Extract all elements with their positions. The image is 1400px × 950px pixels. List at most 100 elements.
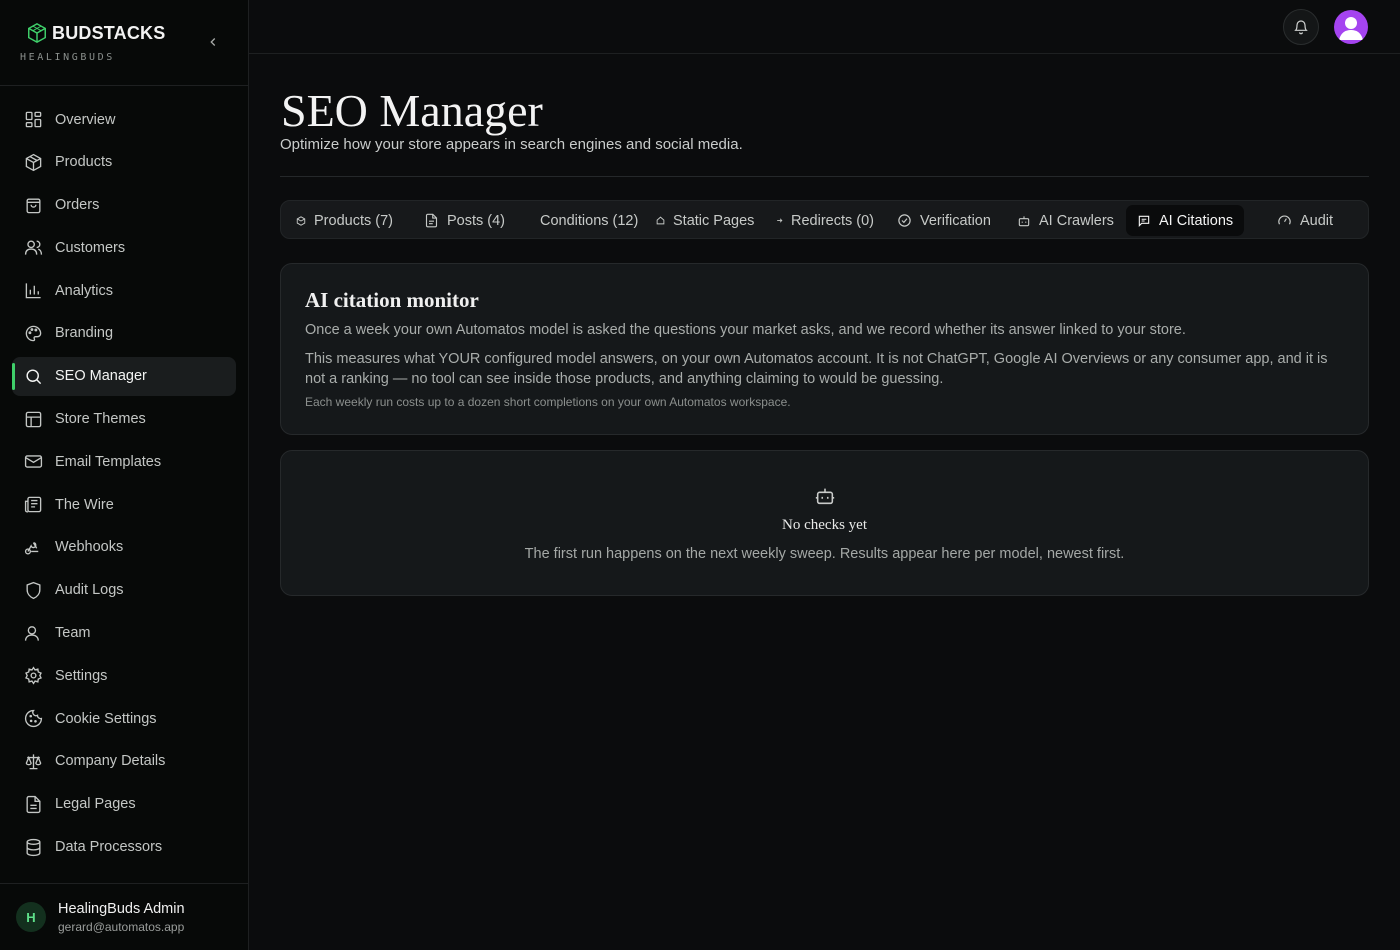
tab-ai-citations[interactable]: AI Citations (1126, 205, 1245, 236)
tab-static-pages[interactable]: Static Pages (656, 205, 754, 236)
user-name: HealingBuds Admin (58, 901, 185, 917)
arrow-icon (777, 218, 783, 223)
check-circle-icon (898, 214, 911, 227)
brand-name: BUDSTACKS (52, 22, 166, 43)
sidebar-item-label: SEO Manager (55, 368, 147, 385)
sidebar-item-label: Email Templates (55, 453, 162, 470)
sidebar-item-the-wire[interactable]: The Wire (12, 485, 236, 524)
sidebar-item-data-processors[interactable]: Data Processors (12, 828, 236, 867)
sidebar-item-orders[interactable]: Orders (12, 186, 236, 225)
sidebar-item-label: Company Details (55, 753, 166, 770)
tab-label: Verification (920, 212, 991, 229)
brand-header: BUDSTACKS HEALINGBUDS (0, 0, 248, 86)
card-cost-note: Each weekly run costs up to a dozen shor… (305, 395, 791, 409)
file-icon (425, 213, 438, 228)
card-description: Once a week your own Automatos model is … (305, 322, 1186, 338)
seo-tabs: Products (7) Posts (4) Conditions (12) S… (280, 200, 1369, 239)
message-square-icon (1138, 215, 1150, 227)
sidebar-item-legal-pages[interactable]: Legal Pages (12, 785, 236, 824)
tab-label: AI Citations (1159, 212, 1234, 229)
sidebar-item-store-themes[interactable]: Store Themes (12, 400, 236, 439)
sidebar-item-customers[interactable]: Customers (12, 228, 236, 267)
sidebar-item-company-details[interactable]: Company Details (12, 742, 236, 781)
sidebar-item-branding[interactable]: Branding (12, 314, 236, 353)
grid-icon (25, 111, 42, 128)
newspaper-icon (24, 496, 42, 513)
sidebar-item-webhooks[interactable]: Webhooks (12, 528, 236, 567)
sidebar-item-label: Branding (55, 325, 114, 342)
tab-label: Products (7) (314, 212, 393, 229)
sidebar-item-overview[interactable]: Overview (12, 100, 236, 139)
tab-posts[interactable]: Posts (4) (424, 205, 505, 236)
layout-icon (25, 411, 42, 427)
empty-state-card: No checks yet The first run happens on t… (280, 450, 1369, 596)
database-icon (26, 838, 41, 856)
gear-icon (25, 666, 42, 685)
sidebar-item-settings[interactable]: Settings (12, 656, 236, 695)
palette-icon (25, 325, 42, 342)
user-avatar-initial: H (16, 902, 46, 932)
search-icon (26, 369, 42, 384)
chevron-left-icon (210, 38, 216, 46)
users-icon (24, 240, 43, 256)
tab-label: Static Pages (673, 212, 755, 229)
shopping-bag-icon (26, 198, 41, 213)
webhook-icon (24, 542, 39, 555)
tab-products[interactable]: Products (7) (296, 205, 393, 236)
sidebar-item-analytics[interactable]: Analytics (12, 271, 236, 310)
sidebar-item-label: Analytics (55, 282, 114, 299)
sidebar-item-label: Orders (55, 197, 100, 214)
page-title: SEO Manager (281, 85, 543, 136)
bot-icon (815, 488, 835, 505)
shield-icon (26, 581, 41, 599)
cube-logo-icon (28, 22, 46, 44)
user-profile[interactable]: H HealingBuds Admin gerard@automatos.app (0, 883, 248, 950)
collapse-sidebar-button[interactable] (203, 32, 223, 52)
sidebar-item-team[interactable]: Team (12, 614, 236, 653)
sidebar-item-label: Overview (55, 111, 116, 128)
bell-icon (1294, 20, 1308, 35)
package-icon (296, 215, 306, 226)
sidebar-item-label: Data Processors (55, 839, 163, 856)
gauge-icon (1278, 215, 1291, 225)
mail-icon (24, 455, 43, 469)
account-avatar-button[interactable] (1334, 10, 1368, 44)
tab-label: Posts (4) (447, 212, 506, 229)
page-subtitle: Optimize how your store appears in searc… (280, 136, 743, 153)
sidebar-item-label: Cookie Settings (55, 710, 157, 727)
sidebar-item-label: Store Themes (55, 411, 146, 428)
sidebar-item-label: Audit Logs (55, 582, 124, 599)
tab-verification[interactable]: Verification (897, 205, 991, 236)
sidebar-item-audit-logs[interactable]: Audit Logs (12, 571, 236, 610)
tab-conditions[interactable]: Conditions (12) (540, 205, 638, 236)
sidebar-item-label: Customers (55, 239, 126, 256)
package-icon (25, 153, 42, 171)
sidebar-item-label: Team (55, 625, 91, 642)
tab-redirects[interactable]: Redirects (0) (776, 205, 874, 236)
tab-audit[interactable]: Audit (1277, 205, 1333, 236)
bot-icon (1018, 215, 1030, 226)
sidebar-item-email-templates[interactable]: Email Templates (12, 442, 236, 481)
sidebar-item-label: Products (55, 154, 113, 171)
user-avatar-icon (1339, 17, 1363, 40)
card-disclaimer: This measures what YOUR configured model… (305, 351, 1328, 387)
tab-label: Conditions (12) (540, 212, 639, 229)
empty-state-title: No checks yet (782, 517, 867, 533)
notifications-button[interactable] (1283, 9, 1319, 45)
tab-label: Audit (1300, 212, 1334, 229)
sidebar-item-label: The Wire (55, 496, 114, 513)
sidebar-item-cookie-settings[interactable]: Cookie Settings (12, 699, 236, 738)
brand-logo[interactable]: BUDSTACKS (26, 22, 165, 44)
empty-state-text: The first run happens on the next weekly… (524, 546, 1125, 562)
sidebar-item-seo-manager[interactable]: SEO Manager (12, 356, 236, 396)
tab-ai-crawlers[interactable]: AI Crawlers (1017, 205, 1114, 236)
bar-chart-icon (25, 283, 41, 299)
ai-citation-monitor-card: AI citation monitor Once a week your own… (280, 263, 1369, 435)
sidebar-item-label: Webhooks (55, 539, 124, 556)
sidebar-item-label: Legal Pages (55, 796, 136, 813)
sidebar-nav: Overview Products Orders Customers Analy… (12, 100, 236, 870)
brand-subtitle: HEALINGBUDS (20, 52, 115, 63)
sidebar-item-products[interactable]: Products (12, 143, 236, 182)
sidebar: BUDSTACKS HEALINGBUDS Overview Products … (0, 0, 249, 950)
tab-label: Redirects (0) (791, 212, 874, 229)
